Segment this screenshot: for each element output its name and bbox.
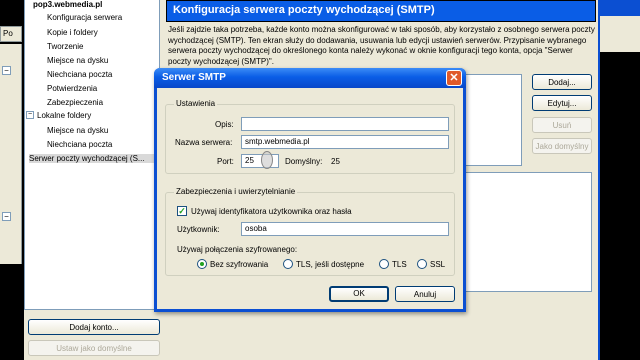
radio-no-encryption[interactable] (197, 259, 207, 269)
tree-local-folders[interactable]: Lokalne foldery (37, 111, 91, 120)
radio-tls-if-available-label[interactable]: TLS, jeśli dostępne (296, 260, 364, 269)
radio-tls-label[interactable]: TLS (392, 260, 407, 269)
username-label: Użytkownik: (177, 225, 220, 234)
radio-tls[interactable] (379, 259, 389, 269)
username-input[interactable]: osoba (241, 222, 449, 236)
ok-button[interactable]: OK (329, 286, 389, 302)
tree-item-disk-space[interactable]: Miejsce na dysku (47, 56, 108, 65)
add-server-button[interactable]: Dodaj... (532, 74, 592, 90)
text-cursor-icon (261, 151, 273, 169)
dialog-title: Serwer SMTP (162, 72, 226, 83)
tree-item-local-junk[interactable]: Niechciana poczta (47, 140, 112, 149)
left-partial-panel (0, 44, 22, 264)
tree-item-server-config[interactable]: Konfiguracja serwera (47, 13, 122, 22)
server-name-label: Nazwa serwera: (175, 138, 233, 147)
use-auth-checkbox[interactable]: ✓ (177, 206, 187, 216)
dialog-title-bar[interactable]: Serwer SMTP ✕ (154, 68, 466, 88)
settings-group-label: Ustawienia (174, 99, 218, 108)
tree-item-local-disk-space[interactable]: Miejsce na dysku (47, 126, 108, 135)
close-icon[interactable]: ✕ (446, 70, 462, 86)
tree-item-security[interactable]: Zabezpieczenia (47, 98, 103, 107)
remove-server-button[interactable]: Usuń (532, 117, 592, 133)
minus-icon[interactable]: − (26, 111, 34, 119)
radio-ssl[interactable] (417, 259, 427, 269)
tree-item-junk[interactable]: Niechciana poczta (47, 70, 112, 79)
radio-no-encryption-label[interactable]: Bez szyfrowania (210, 260, 268, 269)
security-group-label: Zabezpieczenia i uwierzytelnianie (174, 187, 298, 196)
page-header: Konfiguracja serwera poczty wychodzącej … (166, 0, 596, 22)
account-tree[interactable]: pop3.webmedia.pl Konfiguracja serwera Ko… (24, 0, 160, 310)
port-input[interactable]: 25 (241, 154, 279, 168)
description-label: Opis: (215, 120, 234, 129)
left-partial-tab[interactable]: Po (0, 26, 22, 42)
smtp-dialog: Serwer SMTP ✕ Ustawienia Opis: Nazwa ser… (154, 68, 466, 312)
description-input[interactable] (241, 117, 449, 131)
collapse-icon[interactable]: − (2, 66, 11, 75)
tree-item-composition[interactable]: Tworzenie (47, 42, 83, 51)
encryption-label: Używaj połączenia szyfrowanego: (177, 245, 298, 254)
port-label: Port: (217, 157, 234, 166)
set-default-server-button[interactable]: Jako domyślny (532, 138, 592, 154)
add-account-button[interactable]: Dodaj konto... (28, 319, 160, 335)
tree-item-copies-folders[interactable]: Kopie i foldery (47, 28, 98, 37)
tree-item-receipts[interactable]: Potwierdzenia (47, 84, 97, 93)
radio-ssl-label[interactable]: SSL (430, 260, 445, 269)
radio-tls-if-available[interactable] (283, 259, 293, 269)
tree-account-root[interactable]: pop3.webmedia.pl (33, 0, 102, 9)
default-port-value: 25 (331, 157, 340, 166)
tree-item-smtp-server[interactable]: Serwer poczty wychodzącej (S... (29, 154, 157, 163)
right-frame-inner (600, 16, 640, 360)
right-frame-strip (600, 16, 640, 52)
set-default-account-button[interactable]: Ustaw jako domyślne (28, 340, 160, 356)
page-description: Jeśli zajdzie taka potrzeba, każde konto… (168, 25, 595, 66)
collapse-icon[interactable]: − (2, 212, 11, 221)
server-name-input[interactable]: smtp.webmedia.pl (241, 135, 449, 149)
cancel-button[interactable]: Anuluj (395, 286, 455, 302)
page-title: Konfiguracja serwera poczty wychodzącej … (173, 4, 435, 16)
edit-server-button[interactable]: Edytuj... (532, 95, 592, 111)
default-port-label: Domyślny: (285, 157, 323, 166)
use-auth-label[interactable]: Używaj identyfikatora użytkownika oraz h… (191, 207, 352, 216)
